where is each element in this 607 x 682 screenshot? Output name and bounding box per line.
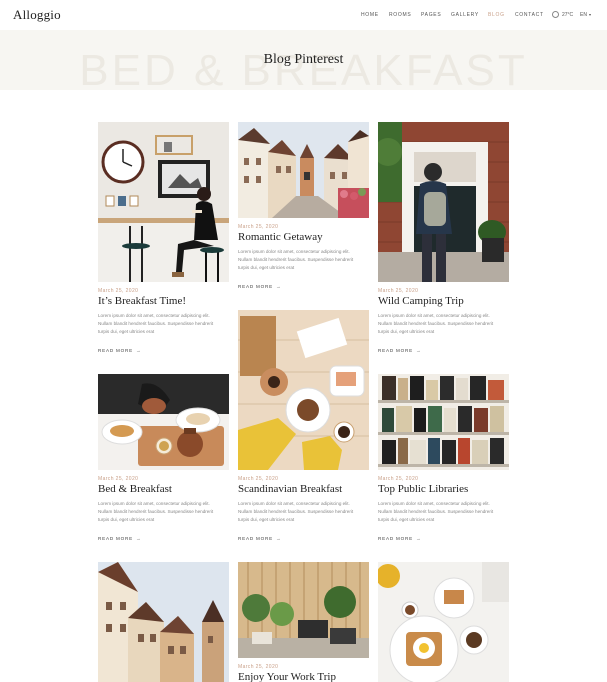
nav-home[interactable]: HOME xyxy=(361,12,379,18)
post-title[interactable]: It’s Breakfast Time! xyxy=(98,295,186,307)
post-date: March 25, 2020 xyxy=(98,288,139,294)
post-image-terrace-plants[interactable] xyxy=(238,562,369,658)
post-title[interactable]: Top Public Libraries xyxy=(378,483,468,495)
post-excerpt: Lorem ipsum dolor sit amet, consectetur … xyxy=(98,313,214,334)
post-title[interactable]: Romantic Getaway xyxy=(238,231,323,243)
post-title[interactable]: Bed & Breakfast xyxy=(98,483,172,495)
read-more-label: READ MORE xyxy=(238,536,274,541)
nav-rooms[interactable]: ROOMS xyxy=(389,12,411,18)
read-more-link[interactable]: READ MORE → xyxy=(378,536,421,541)
arrow-right-icon: → xyxy=(416,536,422,541)
read-more-link[interactable]: READ MORE → xyxy=(378,348,421,353)
post-date: March 25, 2020 xyxy=(378,288,419,294)
post-excerpt: Lorem ipsum dolor sit amet, consectetur … xyxy=(378,313,494,334)
post-image-avocado-toast[interactable] xyxy=(378,562,509,682)
weather-temperature: 27°C xyxy=(562,12,574,18)
read-more-label: READ MORE xyxy=(238,284,274,289)
nav-blog[interactable]: BLOG xyxy=(488,12,505,18)
post-image-tea-and-croissants[interactable] xyxy=(98,374,229,470)
post-title[interactable]: Enjoy Your Work Trip xyxy=(238,671,336,682)
post-date: March 25, 2020 xyxy=(378,476,419,482)
sun-icon xyxy=(552,11,559,18)
language-switcher[interactable]: EN ▾ xyxy=(580,12,591,18)
post-excerpt: Lorem ipsum dolor sit amet, consectetur … xyxy=(378,501,494,522)
nav-contact[interactable]: CONTACT xyxy=(515,12,544,18)
post-image-town-tower[interactable] xyxy=(98,562,229,682)
post-date: March 25, 2020 xyxy=(238,664,279,670)
post-image-breakfast-table[interactable] xyxy=(238,310,369,470)
post-date: March 25, 2020 xyxy=(238,224,279,230)
read-more-link[interactable]: READ MORE → xyxy=(98,536,141,541)
page-title-band: BED & BREAKFAST Blog Pinterest xyxy=(0,30,607,90)
post-image-breakfast-cafe[interactable] xyxy=(98,122,229,282)
arrow-right-icon: → xyxy=(276,536,282,541)
post-date: March 25, 2020 xyxy=(98,476,139,482)
post-excerpt: Lorem ipsum dolor sit amet, consectetur … xyxy=(98,501,214,522)
nav-pages[interactable]: PAGES xyxy=(421,12,441,18)
post-image-bookshelf[interactable] xyxy=(378,374,509,470)
language-label: EN xyxy=(580,12,587,18)
post-title[interactable]: Wild Camping Trip xyxy=(378,295,464,307)
page-title: Blog Pinterest xyxy=(263,52,344,67)
read-more-label: READ MORE xyxy=(98,536,134,541)
read-more-link[interactable]: READ MORE → xyxy=(238,284,281,289)
post-excerpt: Lorem ipsum dolor sit amet, consectetur … xyxy=(238,249,354,270)
arrow-right-icon: → xyxy=(136,536,142,541)
arrow-right-icon: → xyxy=(276,284,282,289)
post-image-old-town-street[interactable] xyxy=(238,122,369,218)
post-image-hiker-doorway[interactable] xyxy=(378,122,509,282)
nav-gallery[interactable]: GALLERY xyxy=(451,12,479,18)
arrow-right-icon: → xyxy=(416,348,422,353)
read-more-label: READ MORE xyxy=(378,536,414,541)
post-date: March 25, 2020 xyxy=(238,476,279,482)
post-title[interactable]: Scandinavian Breakfast xyxy=(238,483,342,495)
top-bar: Alloggio HOME ROOMS PAGES GALLERY BLOG C… xyxy=(0,0,607,30)
chevron-down-icon: ▾ xyxy=(588,12,591,17)
read-more-link[interactable]: READ MORE → xyxy=(238,536,281,541)
read-more-link[interactable]: READ MORE → xyxy=(98,348,141,353)
post-excerpt: Lorem ipsum dolor sit amet, consectetur … xyxy=(238,501,354,522)
read-more-label: READ MORE xyxy=(98,348,134,353)
read-more-label: READ MORE xyxy=(378,348,414,353)
site-logo[interactable]: Alloggio xyxy=(13,7,61,23)
arrow-right-icon: → xyxy=(136,348,142,353)
